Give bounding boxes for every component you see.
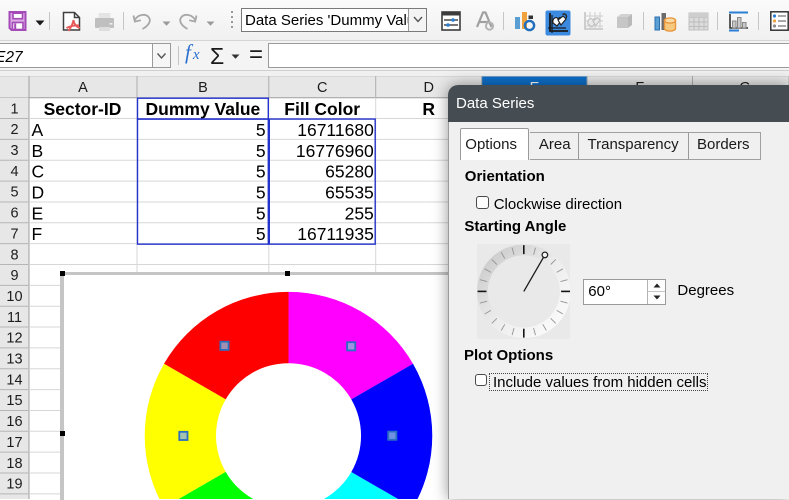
svg-text:5: 5 [256,162,266,182]
svg-text:B: B [32,141,44,161]
svg-text:13: 13 [6,352,22,368]
svg-text:1: 1 [10,101,18,117]
svg-text:12: 12 [6,331,22,347]
svg-text:17: 17 [6,435,22,451]
svg-text:C: C [317,80,327,96]
svg-text:R: R [422,99,435,119]
svg-text:5: 5 [256,141,266,161]
svg-text:Sector-ID: Sector-ID [44,99,122,119]
svg-text:11: 11 [7,310,22,326]
svg-text:4: 4 [10,164,18,180]
svg-text:3: 3 [10,143,18,159]
svg-text:A: A [32,120,44,140]
svg-text:10: 10 [6,289,22,305]
svg-text:E: E [32,203,44,223]
svg-text:255: 255 [345,203,374,223]
svg-text:D: D [32,183,45,203]
svg-text:B: B [198,80,208,96]
svg-text:8: 8 [10,247,18,263]
svg-text:65280: 65280 [325,162,374,182]
svg-text:5: 5 [256,224,266,244]
svg-text:5: 5 [256,120,266,140]
svg-text:16776960: 16776960 [296,141,374,161]
svg-text:9: 9 [10,268,18,284]
svg-text:14: 14 [6,372,22,388]
svg-text:7: 7 [10,226,18,242]
svg-text:5: 5 [10,185,18,201]
svg-text:C: C [32,162,45,182]
svg-text:18: 18 [6,456,22,472]
svg-text:16: 16 [6,414,22,430]
svg-text:F: F [32,224,43,244]
svg-text:6: 6 [10,206,18,222]
svg-text:5: 5 [256,203,266,223]
svg-text:D: D [423,80,433,96]
svg-text:Dummy Value: Dummy Value [146,99,261,119]
svg-text:2: 2 [10,122,18,138]
svg-text:A: A [78,80,88,96]
svg-text:5: 5 [256,183,266,203]
svg-text:Fill Color: Fill Color [284,99,360,119]
svg-text:19: 19 [6,477,22,493]
svg-text:65535: 65535 [325,183,374,203]
svg-text:15: 15 [6,393,22,409]
svg-text:16711680: 16711680 [297,120,374,140]
svg-text:16711935: 16711935 [297,224,374,244]
